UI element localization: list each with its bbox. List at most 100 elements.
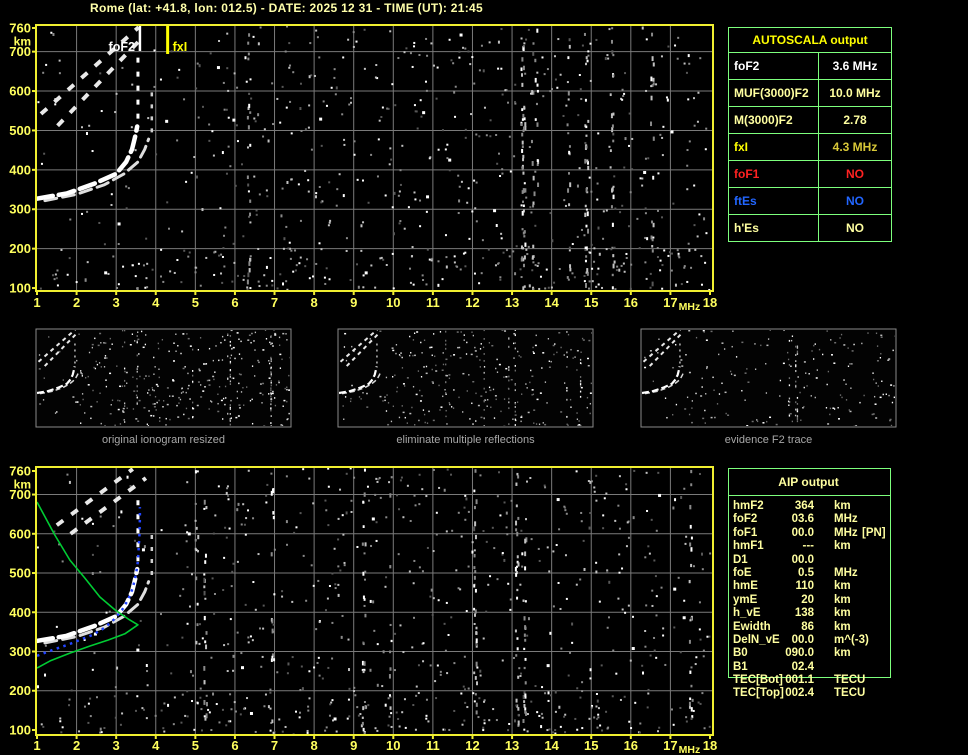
svg-text:MHz: MHz bbox=[679, 301, 701, 313]
thumbnail-0 bbox=[35, 328, 292, 428]
aip-value: 001.1 bbox=[785, 674, 814, 687]
svg-text:17: 17 bbox=[663, 738, 677, 753]
aip-row-fof2: foF2 03.6 MHz bbox=[728, 513, 898, 526]
svg-text:760: 760 bbox=[9, 21, 31, 36]
autoscala-row-value: 10.0 MHz bbox=[829, 86, 881, 100]
svg-text:16: 16 bbox=[624, 295, 638, 310]
aip-value: 00.0 bbox=[791, 553, 814, 566]
autoscala-row-label: M(3000)F2 bbox=[729, 107, 819, 133]
svg-text:MHz: MHz bbox=[679, 744, 701, 755]
aip-value: 00.0 bbox=[791, 633, 814, 646]
aip-row-foe: foE 0.5 MHz bbox=[728, 567, 898, 580]
svg-text:500: 500 bbox=[9, 566, 31, 581]
svg-text:6: 6 bbox=[231, 295, 238, 310]
autoscala-row-label: fxI bbox=[729, 134, 819, 160]
svg-text:18: 18 bbox=[703, 295, 717, 310]
svg-text:fxI: fxI bbox=[173, 40, 188, 54]
svg-text:4: 4 bbox=[152, 738, 160, 753]
aip-unit: km bbox=[834, 593, 851, 606]
autoscala-row-fof2: foF2 3.6 MHz bbox=[729, 53, 891, 80]
aip-row-b1: B1 02.4 bbox=[728, 661, 898, 674]
aip-row-yme: ymE 20 km bbox=[728, 594, 898, 607]
aip-row-hmf1: hmF1 --- km bbox=[728, 540, 898, 553]
autoscala-row-label: foF2 bbox=[729, 53, 819, 79]
svg-text:400: 400 bbox=[9, 162, 31, 177]
svg-text:5: 5 bbox=[192, 738, 199, 753]
autoscala-table-rows: foF2 3.6 MHz MUF(3000)F2 10.0 MHz M(3000)F2 2… bbox=[729, 53, 891, 241]
aip-unit: TECU bbox=[834, 674, 866, 687]
aip-row-hve: h_vE 138 km bbox=[728, 607, 898, 620]
autoscala-row-value: NO bbox=[846, 221, 864, 235]
autoscala-row-label: h'Es bbox=[729, 215, 819, 241]
autoscala-row-value: NO bbox=[846, 194, 864, 208]
aip-row-b0: B0 090.0 km bbox=[728, 647, 898, 660]
aip-row-tectop: TEC[Top] 002.4 TECU bbox=[728, 687, 898, 700]
svg-text:7: 7 bbox=[271, 295, 278, 310]
svg-text:16: 16 bbox=[624, 738, 638, 753]
autoscala-row-muf3000f2: MUF(3000)F2 10.0 MHz bbox=[729, 80, 891, 107]
aip-value: 138 bbox=[794, 607, 814, 620]
autoscala-row-hes: h'Es NO bbox=[729, 215, 891, 241]
aip-value: 02.4 bbox=[791, 660, 814, 673]
aip-unit: km bbox=[834, 580, 851, 593]
svg-text:8: 8 bbox=[310, 738, 317, 753]
aip-value: 0.5 bbox=[798, 566, 814, 579]
aip-value: 00.0 bbox=[791, 526, 814, 539]
thumbnail-2 bbox=[640, 328, 897, 428]
autoscala-row-label: foF1 bbox=[729, 161, 819, 187]
aip-row-hmf2: hmF2 364 km bbox=[728, 500, 898, 513]
aip-row-delnve: DelN_vE 00.0 m^(-3) bbox=[728, 634, 898, 647]
aip-row-hme: hmE 110 km bbox=[728, 580, 898, 593]
svg-text:6: 6 bbox=[231, 738, 238, 753]
aip-value: --- bbox=[802, 540, 815, 553]
svg-text:7: 7 bbox=[271, 738, 278, 753]
svg-text:4: 4 bbox=[152, 295, 160, 310]
autoscala-row-label: MUF(3000)F2 bbox=[729, 80, 819, 106]
svg-text:10: 10 bbox=[386, 738, 400, 753]
svg-text:12: 12 bbox=[465, 738, 479, 753]
autoscala-row-m3000f2: M(3000)F2 2.78 bbox=[729, 107, 891, 134]
autoscala-row-label: ftEs bbox=[729, 188, 819, 214]
aip-row-fof1: foF1 00.0 MHz [PN] bbox=[728, 527, 898, 540]
svg-text:200: 200 bbox=[9, 241, 31, 256]
svg-text:5: 5 bbox=[192, 295, 199, 310]
autoscala-screen: Rome (lat: +41.8, lon: 012.5) - DATE: 20… bbox=[0, 0, 968, 755]
svg-text:9: 9 bbox=[350, 295, 357, 310]
aip-value: 002.4 bbox=[785, 687, 814, 700]
svg-text:300: 300 bbox=[9, 202, 31, 217]
svg-text:760: 760 bbox=[9, 464, 31, 479]
svg-text:8: 8 bbox=[310, 295, 317, 310]
svg-text:3: 3 bbox=[113, 295, 120, 310]
svg-text:10: 10 bbox=[386, 295, 400, 310]
svg-text:12: 12 bbox=[465, 295, 479, 310]
svg-text:400: 400 bbox=[9, 605, 31, 620]
svg-text:15: 15 bbox=[584, 295, 598, 310]
aip-unit: km bbox=[834, 500, 851, 512]
svg-text:1: 1 bbox=[33, 738, 40, 753]
svg-text:2: 2 bbox=[73, 295, 80, 310]
aip-unit: km bbox=[834, 540, 851, 553]
aip-unit: MHz bbox=[834, 526, 858, 539]
aip-value: 86 bbox=[801, 620, 814, 633]
thumbnail-caption-evidence: evidence F2 trace bbox=[724, 434, 813, 446]
svg-text:13: 13 bbox=[505, 738, 519, 753]
bottom-ionogram-panel: 1 2 3 4 5 6 7 8 9 10 11 12 13 14 15 16 17 18MHz7607006005… bbox=[9, 464, 717, 755]
svg-text:3: 3 bbox=[113, 738, 120, 753]
aip-value: 090.0 bbox=[785, 647, 814, 660]
aip-table-header: AIP output bbox=[778, 475, 839, 489]
aip-extra: [PN] bbox=[862, 526, 886, 539]
svg-text:km: km bbox=[14, 478, 31, 492]
aip-row-tecbot: TEC[Bot] 001.1 TECU bbox=[728, 674, 898, 687]
svg-text:14: 14 bbox=[544, 295, 559, 310]
thumbnail-caption-eliminate: eliminate multiple reflections bbox=[396, 434, 535, 446]
svg-text:500: 500 bbox=[9, 123, 31, 138]
autoscala-output-table: AUTOSCALA output foF2 3.6 MHz MUF(3000)F2 1… bbox=[728, 27, 892, 242]
autoscala-row-fof1: foF1 NO bbox=[729, 161, 891, 188]
svg-text:11: 11 bbox=[426, 295, 440, 310]
svg-text:600: 600 bbox=[9, 526, 31, 541]
autoscala-row-fxi: fxI 4.3 MHz bbox=[729, 134, 891, 161]
svg-text:200: 200 bbox=[9, 683, 31, 698]
svg-text:9: 9 bbox=[350, 738, 357, 753]
aip-value: 364 bbox=[794, 500, 814, 512]
aip-value: 20 bbox=[801, 593, 814, 606]
